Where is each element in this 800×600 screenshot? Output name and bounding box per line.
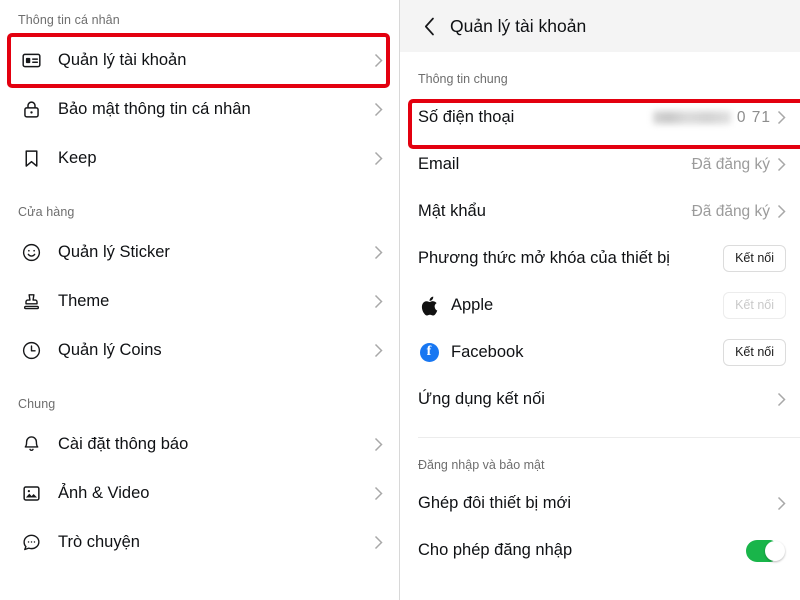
chevron-right-icon xyxy=(374,102,383,117)
chevron-right-icon xyxy=(777,496,786,511)
connect-button-device-unlock[interactable]: Kết nối xyxy=(723,245,786,272)
sidebar-item-label: Trò chuyện xyxy=(58,533,140,551)
chat-bubble-icon xyxy=(18,530,44,556)
sidebar-item-theme[interactable]: Theme xyxy=(0,277,399,326)
settings-sidebar: Thông tin cá nhân Quản lý tài khoản Bảo … xyxy=(0,0,400,600)
row-pair-new-device[interactable]: Ghép đôi thiết bị mới xyxy=(400,480,800,527)
sidebar-item-notification-settings[interactable]: Cài đặt thông báo xyxy=(0,420,399,469)
detail-body: Thông tin chung Số điện thoại 0 71 Email… xyxy=(400,52,800,574)
allow-login-toggle[interactable] xyxy=(746,539,786,562)
sidebar-section-label-personal: Thông tin cá nhân xyxy=(18,13,120,27)
chevron-right-icon xyxy=(374,486,383,501)
row-label: Ứng dụng kết nối xyxy=(418,390,545,408)
chevron-right-icon xyxy=(374,53,383,68)
detail-section-label-general: Thông tin chung xyxy=(418,72,508,86)
phone-value-tail: 0 71 xyxy=(736,108,771,126)
chevron-right-icon xyxy=(374,437,383,452)
sidebar-section-label-store: Cửa hàng xyxy=(18,205,75,219)
sidebar-item-keep[interactable]: Keep xyxy=(0,134,399,183)
row-label: Số điện thoại xyxy=(418,108,515,126)
bookmark-icon xyxy=(18,146,44,172)
settings-screen: Thông tin cá nhân Quản lý tài khoản Bảo … xyxy=(0,0,800,600)
bell-icon xyxy=(18,432,44,458)
row-phone-number[interactable]: Số điện thoại 0 71 xyxy=(400,94,800,141)
smiley-icon xyxy=(18,240,44,266)
account-management-detail: Quản lý tài khoản Thông tin chung Số điệ… xyxy=(400,0,800,600)
row-device-unlock[interactable]: Phương thức mở khóa của thiết bị Kết nối xyxy=(400,235,800,282)
sidebar-item-label: Theme xyxy=(58,292,110,310)
chevron-right-icon xyxy=(777,392,786,407)
sidebar-item-label: Quản lý Coins xyxy=(58,341,162,359)
row-allow-login[interactable]: Cho phép đăng nhập xyxy=(400,527,800,574)
sidebar-item-photos-video[interactable]: Ảnh & Video xyxy=(0,469,399,518)
page-title: Quản lý tài khoản xyxy=(450,15,587,36)
sidebar-item-label: Ảnh & Video xyxy=(58,484,150,502)
facebook-icon: f xyxy=(418,342,440,364)
masked-phone-value xyxy=(652,111,731,124)
sidebar-item-account-management[interactable]: Quản lý tài khoản xyxy=(0,36,399,85)
id-card-icon xyxy=(18,48,44,74)
sidebar-section-label-general: Chung xyxy=(18,397,56,411)
sidebar-item-sticker-management[interactable]: Quản lý Sticker xyxy=(0,228,399,277)
apple-icon xyxy=(418,295,440,317)
detail-header: Quản lý tài khoản xyxy=(400,0,800,52)
row-password[interactable]: Mật khẩu Đã đăng ký xyxy=(400,188,800,235)
row-label: Ghép đôi thiết bị mới xyxy=(418,494,571,512)
connect-button-apple[interactable]: Kết nối xyxy=(723,292,786,319)
lock-icon xyxy=(18,97,44,123)
chevron-right-icon xyxy=(374,151,383,166)
row-label: Cho phép đăng nhập xyxy=(418,541,573,559)
chevron-right-icon xyxy=(777,110,786,125)
sidebar-item-label: Bảo mật thông tin cá nhân xyxy=(58,100,251,118)
sidebar-item-label: Cài đặt thông báo xyxy=(58,435,189,453)
row-label: Phương thức mở khóa của thiết bị xyxy=(418,249,670,267)
row-value: Đã đăng ký xyxy=(691,155,770,173)
row-value: Đã đăng ký xyxy=(691,202,770,220)
row-facebook[interactable]: f Facebook Kết nối xyxy=(400,329,800,376)
toggle-knob xyxy=(765,540,785,561)
row-label: Apple xyxy=(451,296,494,314)
chevron-right-icon xyxy=(374,535,383,550)
detail-section-label-security: Đăng nhập và bảo mật xyxy=(418,458,545,472)
row-label: Mật khẩu xyxy=(418,202,486,220)
sidebar-item-label: Quản lý Sticker xyxy=(58,243,170,261)
connect-button-facebook[interactable]: Kết nối xyxy=(723,339,786,366)
chevron-right-icon xyxy=(374,294,383,309)
chevron-left-icon[interactable] xyxy=(414,11,444,41)
chevron-right-icon xyxy=(777,204,786,219)
image-icon xyxy=(18,481,44,507)
row-label: Email xyxy=(418,155,460,173)
sidebar-item-label: Keep xyxy=(58,149,97,167)
coin-clock-icon xyxy=(18,338,44,364)
chevron-right-icon xyxy=(777,157,786,172)
chevron-right-icon xyxy=(374,245,383,260)
stamp-icon xyxy=(18,289,44,315)
sidebar-item-privacy[interactable]: Bảo mật thông tin cá nhân xyxy=(0,85,399,134)
row-apple[interactable]: Apple Kết nối xyxy=(400,282,800,329)
row-email[interactable]: Email Đã đăng ký xyxy=(400,141,800,188)
chevron-right-icon xyxy=(374,343,383,358)
sidebar-item-label: Quản lý tài khoản xyxy=(58,51,187,69)
row-label: Facebook xyxy=(451,343,524,361)
sidebar-item-coins-management[interactable]: Quản lý Coins xyxy=(0,326,399,375)
row-connected-apps[interactable]: Ứng dụng kết nối xyxy=(400,376,800,423)
sidebar-item-chat[interactable]: Trò chuyện xyxy=(0,518,399,567)
